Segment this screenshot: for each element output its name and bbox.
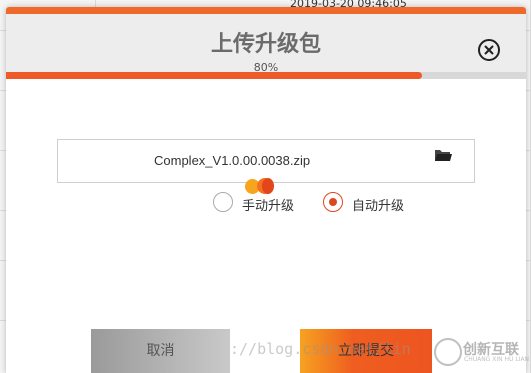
watermark-url: ://blog.csdn.net/lin [230, 340, 411, 358]
dialog-accent-bar [6, 7, 526, 14]
folder-open-icon[interactable] [434, 148, 452, 162]
selected-file-name: Complex_V1.0.00.0038.zip [154, 153, 311, 168]
close-circle-icon [484, 45, 494, 55]
brand-logo-icon [434, 338, 462, 366]
radio-label: 手动升级 [242, 199, 295, 214]
loading-dot [262, 178, 274, 194]
upload-progress-fill [6, 72, 422, 79]
dialog-title: 上传升级包 [210, 32, 321, 57]
radio-button[interactable] [323, 192, 343, 212]
brand-subtitle: CHUANG XIN HU LIAN [464, 356, 530, 363]
cancel-button[interactable]: 取消 [91, 329, 230, 373]
radio-label: 自动升级 [352, 199, 405, 214]
loading-dots [245, 177, 285, 197]
watermark-logo: 创新互联 CHUANG XIN HU LIAN [431, 335, 531, 366]
upload-progress-bar [6, 72, 526, 79]
upload-dialog: 上传升级包 80% Complex_V1.0.00.0038.zip 手动升级 [6, 7, 526, 373]
close-button[interactable] [478, 39, 500, 61]
dialog-header: 上传升级包 80% [6, 14, 526, 79]
radio-button[interactable] [213, 192, 233, 212]
